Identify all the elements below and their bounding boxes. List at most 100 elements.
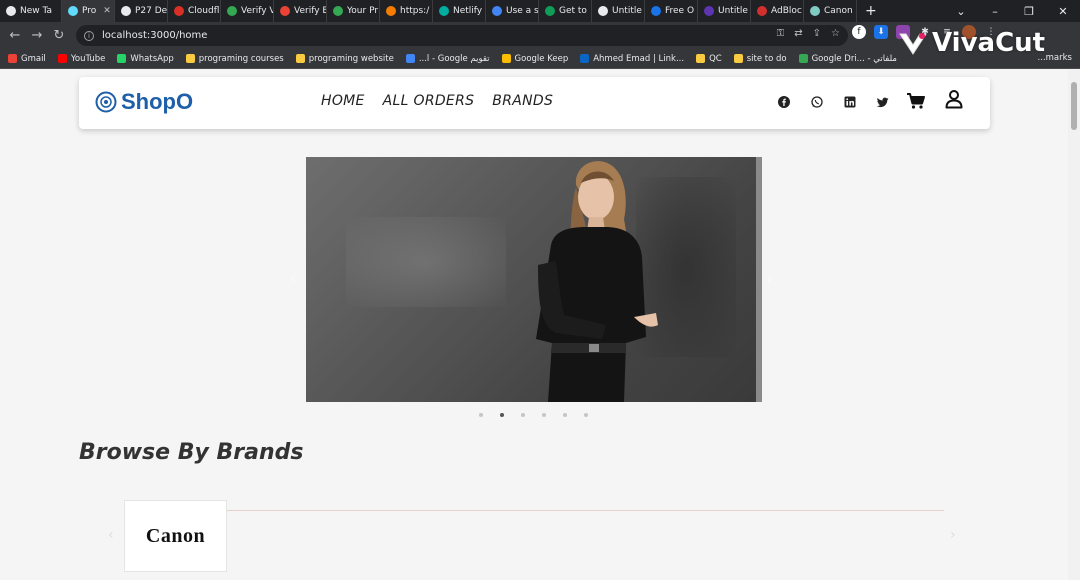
minimize-icon[interactable]: –: [978, 5, 1012, 18]
carousel-next-icon[interactable]: ›: [766, 269, 772, 288]
user-icon[interactable]: [945, 89, 963, 109]
extension-icon[interactable]: f: [852, 25, 866, 39]
browser-tab-bar: New Ta Pro ✕ P27 De Cloudfl Verify V Verify E Y…: [0, 0, 1080, 22]
browser-tab[interactable]: Get to: [539, 0, 592, 22]
bookmark-item[interactable]: ...l - Google تقويم: [405, 54, 490, 64]
browser-tab[interactable]: New Ta: [0, 0, 62, 22]
carousel-dot[interactable]: [542, 413, 546, 417]
tab-favicon-icon: [386, 6, 396, 16]
browser-tab[interactable]: AdBloc: [751, 0, 804, 22]
carousel-prev-icon[interactable]: ‹: [290, 269, 296, 288]
nav-home[interactable]: HOME: [321, 93, 365, 109]
tab-favicon-icon: [121, 6, 131, 16]
tab-label: Untitle: [612, 6, 642, 16]
main-nav: HOME ALL ORDERS BRANDS: [321, 93, 553, 109]
bookmark-item[interactable]: YouTube: [57, 54, 105, 64]
scrollbar-thumb[interactable]: [1071, 82, 1077, 130]
site-info-icon[interactable]: i: [84, 30, 94, 41]
browser-tab[interactable]: P27 De: [115, 0, 168, 22]
browser-tab[interactable]: Cloudfl: [168, 0, 221, 22]
linkedin-icon[interactable]: [843, 95, 857, 109]
carousel-dot[interactable]: [584, 413, 588, 417]
cart-icon[interactable]: [906, 91, 926, 111]
hero-carousel[interactable]: ‹ ›: [290, 157, 772, 402]
tab-favicon-icon: [598, 6, 608, 16]
tab-search-icon[interactable]: ⌄: [944, 5, 978, 18]
bookmark-label: programing website: [308, 53, 394, 64]
bookmark-icon: [798, 54, 808, 63]
nav-all-orders[interactable]: ALL ORDERS: [383, 93, 475, 109]
whatsapp-icon[interactable]: [810, 95, 824, 109]
vivacut-watermark: VivaCut: [898, 28, 1045, 58]
browser-tab[interactable]: Untitle: [698, 0, 751, 22]
browser-tab[interactable]: Your Pr: [327, 0, 380, 22]
twitter-icon[interactable]: [876, 95, 890, 109]
tab-label: AdBloc: [771, 6, 802, 16]
tab-favicon-icon: [68, 6, 78, 16]
carousel-dot[interactable]: [479, 413, 483, 417]
translate-icon[interactable]: ⇄: [794, 28, 802, 39]
nav-brands[interactable]: BRANDS: [492, 93, 553, 109]
browser-tab[interactable]: Verify V: [221, 0, 274, 22]
page-scrollbar[interactable]: [1068, 70, 1080, 580]
browser-tab[interactable]: https:/: [380, 0, 433, 22]
bookmark-star-icon[interactable]: ☆: [831, 28, 840, 39]
carousel-dot[interactable]: [521, 413, 525, 417]
share-icon[interactable]: ⇪: [813, 28, 821, 39]
logo-target-icon: [95, 91, 117, 113]
bookmark-label: QC: [709, 53, 722, 64]
back-icon[interactable]: ←: [4, 28, 26, 43]
bookmark-item[interactable]: Google Keep: [501, 54, 568, 64]
tab-label: Your Pr: [347, 6, 379, 16]
browser-tab[interactable]: Canon: [804, 0, 857, 22]
bookmark-icon: [405, 54, 415, 63]
tab-favicon-icon: [439, 6, 449, 16]
page-viewport: ShopO HOME ALL ORDERS BRANDS ‹ › Browse …: [0, 70, 1068, 580]
bookmark-item[interactable]: QC: [696, 54, 722, 64]
bookmark-item[interactable]: Google Dri... - ملفاتي: [798, 54, 897, 64]
facebook-icon[interactable]: [777, 95, 791, 109]
bookmark-label: Gmail: [21, 53, 46, 64]
site-logo[interactable]: ShopO: [95, 89, 193, 115]
tab-close-icon[interactable]: ✕: [103, 6, 111, 16]
browser-tab[interactable]: Use a s: [486, 0, 539, 22]
key-icon[interactable]: ⚿: [777, 28, 785, 39]
tab-favicon-icon: [227, 6, 237, 16]
bookmark-item[interactable]: site to do: [733, 53, 787, 64]
bookmark-label: Ahmed Emad | Link...: [593, 53, 685, 64]
browser-tab[interactable]: Untitle: [592, 0, 645, 22]
tab-favicon-icon: [651, 6, 661, 16]
carousel-dot[interactable]: [563, 413, 567, 417]
tab-label: https:/: [400, 6, 430, 16]
bookmark-item[interactable]: Gmail: [8, 54, 46, 64]
tab-favicon-icon: [174, 6, 184, 16]
download-icon[interactable]: ⬇: [874, 25, 888, 39]
bookmark-label: site to do: [746, 53, 787, 64]
bookmark-icon: [733, 54, 743, 63]
browser-tab[interactable]: Verify E: [274, 0, 327, 22]
carousel-dots: [479, 413, 588, 417]
forward-icon[interactable]: →: [26, 28, 48, 43]
brand-logo-text: Canon: [145, 524, 206, 547]
bookmark-item[interactable]: Ahmed Emad | Link...: [580, 54, 684, 64]
brands-next-icon[interactable]: ›: [950, 527, 956, 543]
bookmark-item[interactable]: programing website: [295, 53, 394, 64]
close-window-icon[interactable]: ✕: [1046, 5, 1080, 18]
browser-tab[interactable]: Netlify: [433, 0, 486, 22]
new-tab-button[interactable]: +: [857, 3, 885, 19]
tab-label: New Ta: [20, 6, 53, 16]
bookmark-item[interactable]: WhatsApp: [117, 54, 174, 64]
tab-favicon-icon: [280, 6, 290, 16]
browser-tab[interactable]: Free O: [645, 0, 698, 22]
bookmark-icon: [580, 54, 590, 63]
reload-icon[interactable]: ↻: [48, 28, 70, 43]
url-field[interactable]: i localhost:3000/home ⚿ ⇄ ⇪ ☆: [76, 25, 848, 46]
brands-prev-icon[interactable]: ‹: [108, 527, 114, 543]
tab-favicon-icon: [6, 6, 16, 16]
carousel-dot[interactable]: [500, 413, 504, 417]
bookmark-item[interactable]: programing courses: [185, 54, 284, 64]
tab-label: Free O: [665, 6, 695, 16]
browser-tab[interactable]: Pro ✕: [62, 0, 115, 22]
brand-card[interactable]: Canon: [124, 500, 227, 572]
restore-icon[interactable]: ❐: [1012, 5, 1046, 18]
